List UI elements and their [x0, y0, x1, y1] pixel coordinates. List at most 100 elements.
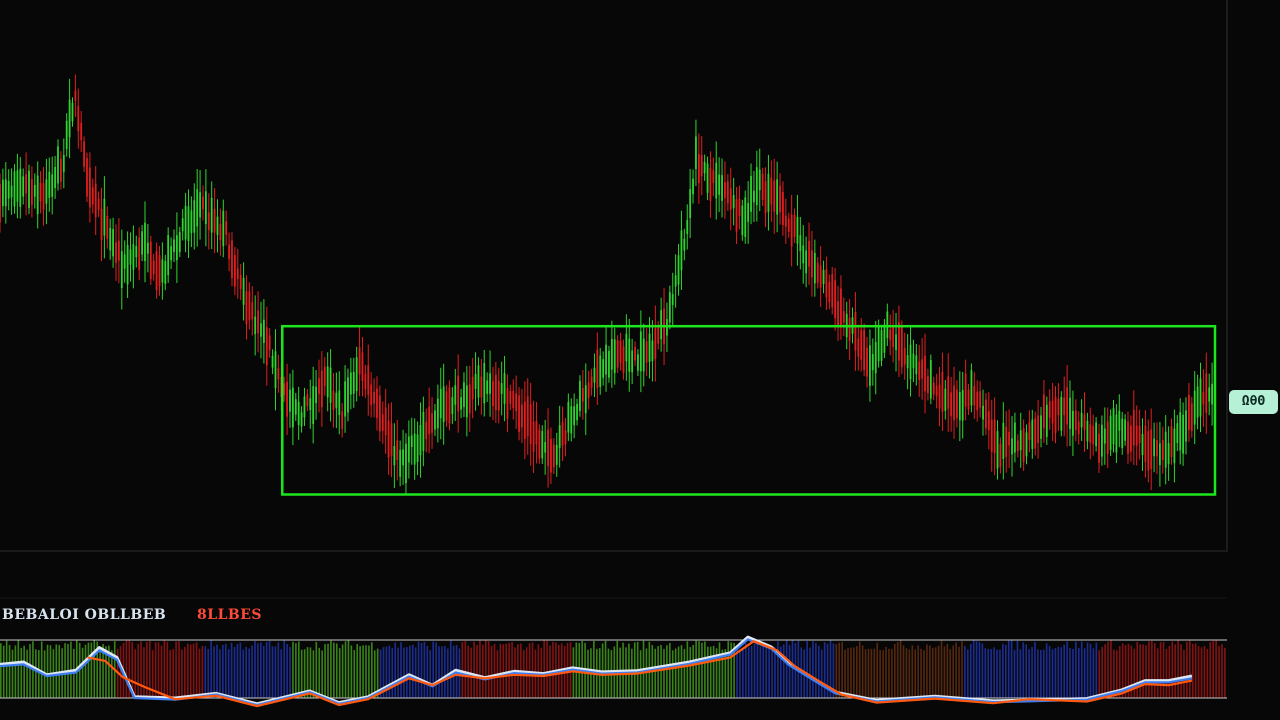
- candle-body: [175, 235, 178, 261]
- candle-body: [932, 382, 935, 395]
- candle-body: [181, 218, 184, 232]
- oscillator-label-primary: BEBALOI OBLLBEB: [2, 607, 167, 623]
- candle-body: [457, 375, 460, 412]
- candle-body: [7, 180, 10, 199]
- candle-body: [918, 361, 921, 381]
- candle-body: [877, 325, 880, 362]
- histogram-bar: [502, 644, 505, 698]
- histogram-bar: [660, 645, 662, 698]
- histogram-bar: [1153, 643, 1156, 698]
- candle-body: [1083, 414, 1086, 430]
- candle-body: [416, 434, 419, 463]
- histogram-bar: [1197, 646, 1200, 698]
- histogram-bar: [727, 641, 730, 698]
- candle-body: [619, 340, 622, 363]
- histogram-bar: [1057, 646, 1060, 698]
- candle-body: [979, 391, 982, 408]
- histogram-bar: [671, 650, 674, 698]
- histogram-bar: [666, 645, 668, 698]
- candle-body: [190, 210, 193, 234]
- histogram-bar: [1136, 641, 1139, 698]
- candle-body: [747, 203, 750, 222]
- histogram-bar: [371, 642, 373, 698]
- candle-body: [573, 406, 576, 426]
- histogram-bar: [1007, 640, 1010, 698]
- candle-body: [1188, 394, 1190, 430]
- candle-body: [265, 327, 268, 366]
- candle-body: [526, 396, 529, 437]
- candle-body: [953, 385, 955, 421]
- candle-body: [384, 407, 387, 436]
- candle-body: [262, 319, 265, 343]
- histogram-bar: [227, 649, 230, 698]
- candle-body: [497, 380, 500, 411]
- candle-body: [593, 367, 596, 383]
- candle-body: [48, 171, 51, 198]
- histogram-bar: [990, 649, 992, 698]
- candle-body: [204, 191, 207, 225]
- candle-body: [993, 419, 996, 454]
- candle-body: [547, 429, 549, 467]
- candle-body: [239, 275, 242, 290]
- candle-body: [492, 381, 494, 406]
- histogram-bar: [1148, 641, 1150, 698]
- candle-body: [1008, 431, 1011, 446]
- candle-body: [309, 398, 312, 410]
- candle-body: [399, 449, 402, 477]
- histogram-bar: [543, 640, 545, 698]
- candle-body: [729, 188, 732, 210]
- candle-body: [187, 206, 190, 242]
- histogram-bar: [508, 642, 510, 698]
- histogram-bar: [537, 644, 540, 698]
- candle-body: [387, 420, 390, 458]
- candle-body: [735, 199, 738, 232]
- candle-body: [1072, 410, 1074, 436]
- histogram-bar: [55, 644, 58, 698]
- candle-body: [787, 218, 790, 232]
- candle-body: [428, 406, 431, 435]
- candle-body: [471, 376, 474, 400]
- histogram-bar: [283, 640, 285, 698]
- candle-body: [816, 262, 819, 283]
- histogram-bar: [409, 645, 411, 698]
- histogram-bar: [400, 642, 402, 698]
- candle-body: [1190, 403, 1193, 432]
- candle-body: [219, 224, 222, 241]
- candle-body: [65, 120, 68, 150]
- candle-body: [1205, 373, 1208, 414]
- histogram-bar: [958, 646, 960, 698]
- candle-body: [674, 275, 677, 287]
- histogram-bar: [882, 650, 884, 698]
- histogram-bar: [677, 646, 680, 698]
- candle-body: [1014, 422, 1016, 453]
- candle-body: [1101, 424, 1103, 457]
- candle-body: [1019, 430, 1022, 451]
- candle-body: [570, 406, 573, 434]
- candle-body: [808, 240, 810, 267]
- candle-body: [645, 341, 648, 363]
- candle-body: [28, 170, 30, 208]
- candle-body: [364, 373, 367, 389]
- histogram-bar: [695, 640, 697, 698]
- candle-body: [289, 389, 291, 412]
- candle-body: [1141, 434, 1144, 456]
- histogram-bar: [143, 647, 145, 698]
- histogram-bar: [137, 643, 139, 698]
- candle-body: [866, 347, 868, 377]
- candle-body: [149, 241, 152, 280]
- histogram-bar: [84, 644, 87, 698]
- histogram-bar: [1212, 641, 1214, 698]
- histogram-bar: [841, 642, 843, 698]
- candle-body: [671, 294, 674, 305]
- histogram-bar: [160, 645, 163, 698]
- histogram-bar: [1037, 649, 1039, 698]
- histogram-bar: [20, 647, 23, 698]
- histogram-bar: [189, 644, 192, 698]
- histogram-bar: [686, 641, 689, 698]
- histogram-bar: [5, 640, 8, 698]
- candle-body: [274, 351, 277, 389]
- histogram-bar: [1054, 648, 1057, 698]
- histogram-bar: [1104, 644, 1106, 698]
- histogram-bar: [300, 649, 303, 698]
- candle-body: [738, 198, 741, 216]
